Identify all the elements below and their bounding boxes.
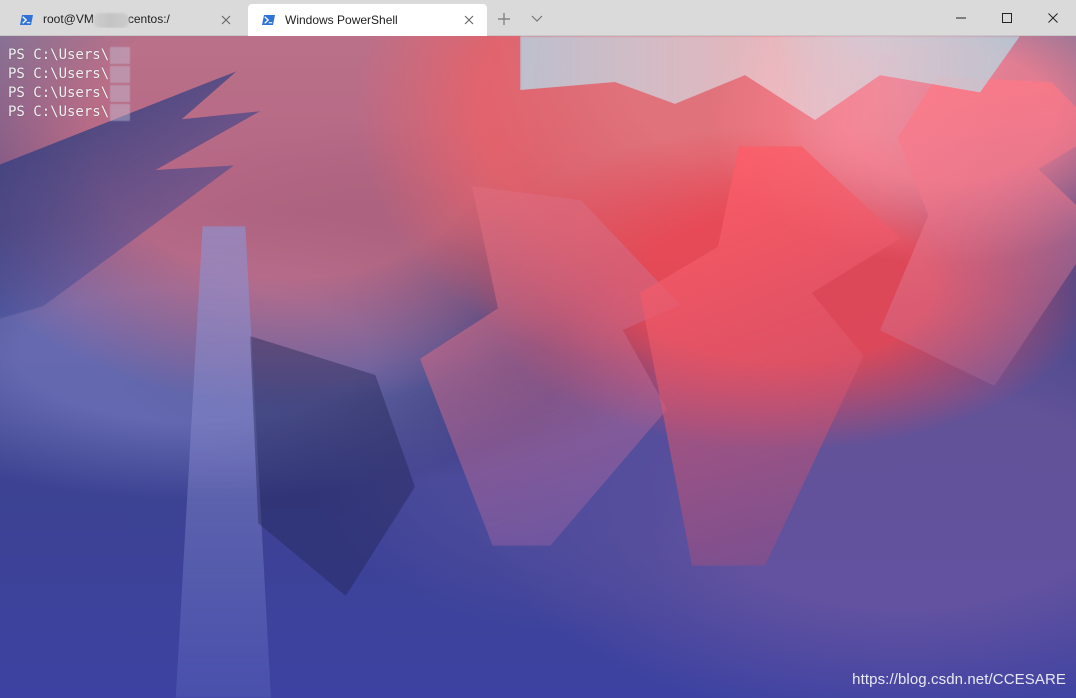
redacted-username: [110, 85, 131, 102]
close-icon: [464, 15, 474, 25]
close-icon: [221, 15, 231, 25]
minimize-button[interactable]: [938, 0, 984, 36]
frost-background-shape: [250, 336, 415, 596]
tab-root-centos[interactable]: root@VM centos:/: [6, 4, 244, 36]
frost-background-shape: [420, 186, 680, 546]
new-tab-button[interactable]: [492, 8, 516, 30]
minimize-icon: [956, 17, 966, 19]
powershell-icon: [20, 15, 33, 25]
close-tab-windows-powershell-button[interactable]: [461, 12, 477, 28]
redacted-username: [110, 47, 131, 64]
prompt-text: PS C:\Users\: [8, 85, 110, 101]
terminal-line: PS C:\Users\: [8, 46, 131, 65]
frost-background-shape: [520, 36, 1020, 120]
watermark-text: https://blog.csdn.net/CCESARE: [852, 671, 1066, 688]
terminal-line: PS C:\Users\: [8, 65, 131, 84]
tab-title-prefix: root@VM: [43, 12, 94, 27]
plus-icon: [498, 13, 510, 25]
tab-title-suffix: centos:/: [127, 12, 170, 27]
terminal-pane[interactable]: PS C:\Users\ PS C:\Users\ PS C:\Users\ P…: [0, 36, 1076, 698]
terminal-line: PS C:\Users\: [8, 84, 131, 103]
close-tab-root-centos-button[interactable]: [218, 12, 234, 28]
terminal-output: PS C:\Users\ PS C:\Users\ PS C:\Users\ P…: [8, 46, 131, 122]
redacted-username: [110, 104, 131, 121]
title-bar: root@VM centos:/ Windows PowerShell: [0, 0, 1076, 36]
powershell-icon: [262, 15, 275, 25]
frost-background-shape: [640, 146, 900, 566]
terminal-line: PS C:\Users\: [8, 103, 131, 122]
redacted-username: [110, 66, 131, 83]
chevron-down-icon: [531, 15, 543, 22]
windows-terminal-window: root@VM centos:/ Windows PowerShell PS C…: [0, 0, 1076, 698]
tab-dropdown-button[interactable]: [525, 8, 549, 30]
frost-background-shape: [175, 226, 271, 698]
window-close-button[interactable]: [1030, 0, 1076, 36]
tab-title-windows-powershell: Windows PowerShell: [285, 13, 398, 27]
prompt-text: PS C:\Users\: [8, 47, 110, 63]
prompt-text: PS C:\Users\: [8, 66, 110, 82]
maximize-icon: [1002, 13, 1012, 23]
maximize-button[interactable]: [984, 0, 1030, 36]
redacted-host-segment: [92, 12, 129, 28]
prompt-text: PS C:\Users\: [8, 104, 110, 120]
tab-title-root-centos: root@VM centos:/: [43, 12, 210, 28]
tab-windows-powershell[interactable]: Windows PowerShell: [248, 4, 487, 36]
frost-background-shape: [880, 76, 1076, 386]
close-icon: [1048, 13, 1058, 23]
